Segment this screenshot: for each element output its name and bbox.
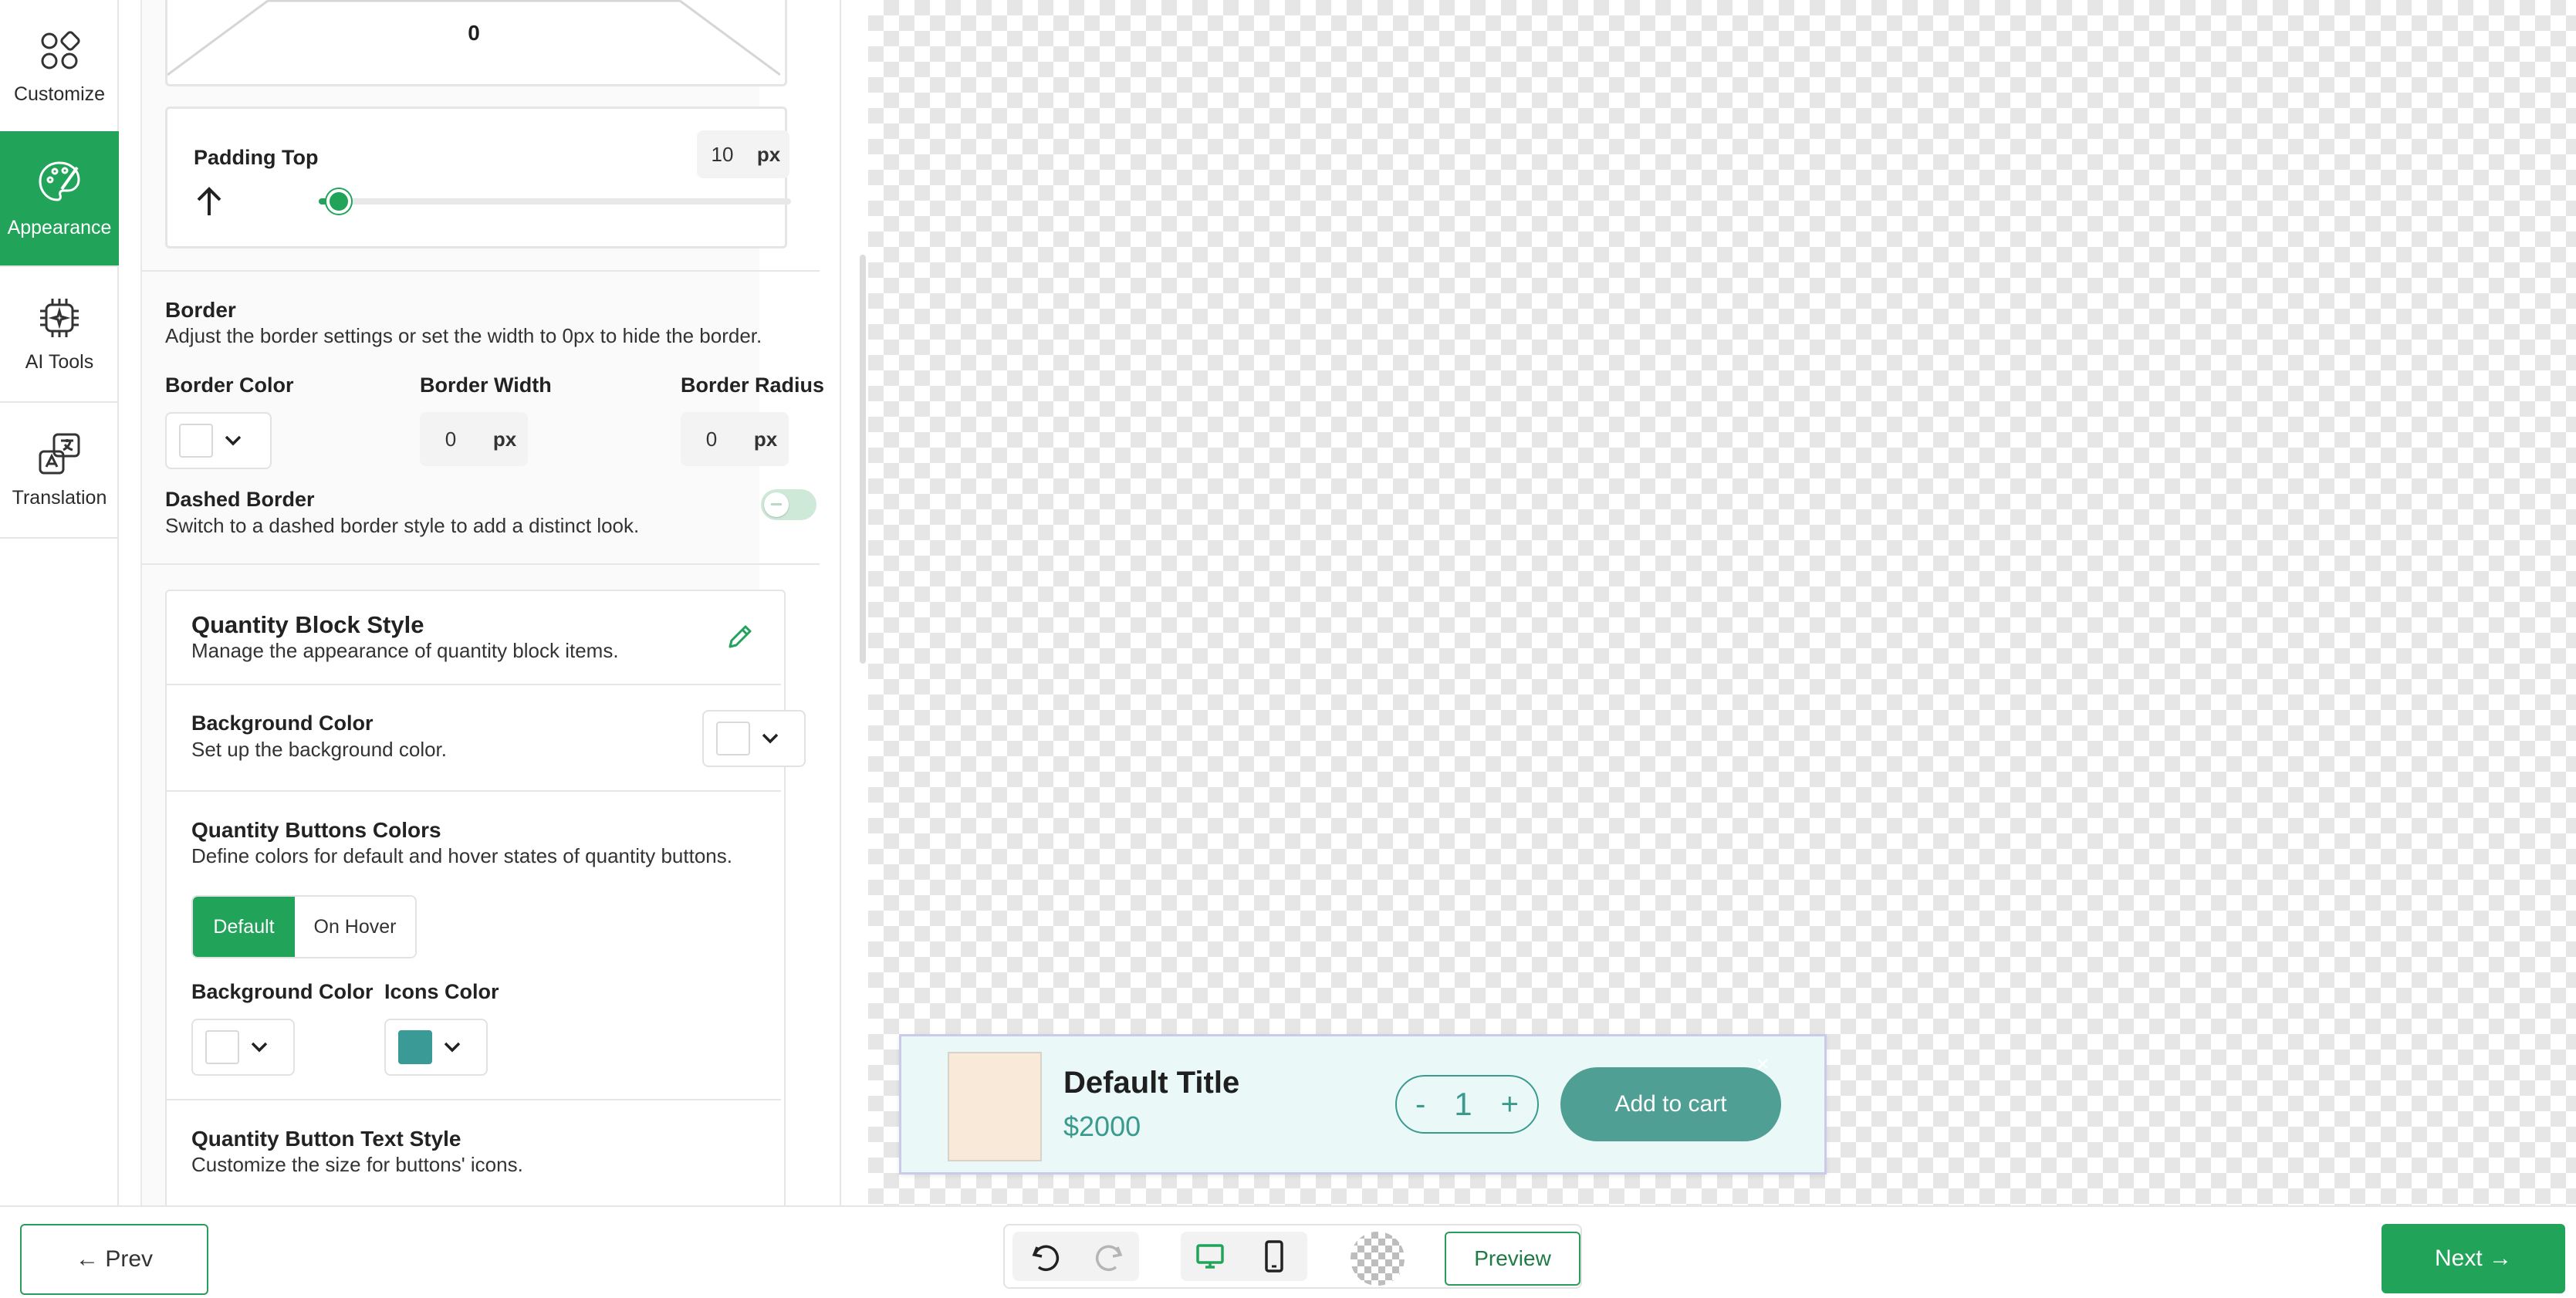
rail-item-ai-tools[interactable]: AI Tools (0, 267, 119, 403)
preview-button[interactable]: Preview (1445, 1232, 1580, 1286)
rail-item-appearance[interactable]: Appearance (0, 131, 119, 267)
divider (167, 790, 781, 792)
rail-label-customize: Customize (13, 83, 106, 105)
padding-top-value[interactable]: 10 (697, 143, 748, 167)
tab-on-hover[interactable]: On Hover (295, 897, 415, 957)
padding-top-unit: px (756, 142, 781, 166)
border-width-input[interactable]: 0 px (420, 412, 528, 466)
divider (167, 684, 781, 685)
border-color-label: Border Color (165, 374, 294, 397)
product-title: Default Title (1063, 1066, 1240, 1100)
qty-icons-color-picker[interactable] (384, 1019, 488, 1076)
quantity-block-desc: Manage the appearance of quantity block … (191, 639, 619, 662)
sticky-cart-preview: Default Title $2000 - 1 + Add to cart × (899, 1034, 1827, 1175)
undo-icon[interactable] (1028, 1239, 1063, 1275)
qty-bg-color-title: Background Color (191, 712, 374, 735)
qty-buttons-colors-desc: Define colors for default and hover stat… (191, 844, 732, 867)
qty-btn-bg-color-picker[interactable] (191, 1019, 295, 1076)
chevron-down-icon (762, 733, 779, 744)
grid-shapes-icon (41, 30, 80, 69)
quantity-stepper: - 1 + (1395, 1075, 1539, 1134)
ai-chip-icon (40, 298, 79, 337)
padding-top-label: Padding Top (194, 146, 319, 169)
panel-scrollbar-thumb[interactable] (860, 255, 866, 664)
divider (140, 563, 820, 565)
tab-default[interactable]: Default (193, 897, 295, 957)
border-width-value[interactable]: 0 (420, 428, 482, 451)
arrow-up-icon (197, 187, 221, 215)
border-radius-label: Border Radius (681, 374, 825, 397)
qty-bg-color-picker[interactable] (702, 710, 806, 767)
dashed-border-toggle[interactable] (761, 489, 816, 520)
padding-top-slider-track[interactable] (319, 189, 791, 214)
redo-icon[interactable] (1091, 1239, 1127, 1275)
translate-icon (39, 433, 80, 474)
border-radius-unit: px (753, 427, 778, 451)
rail-label-ai-tools: AI Tools (25, 350, 94, 373)
qty-text-style-desc: Customize the size for buttons' icons. (191, 1153, 523, 1176)
qty-btn-bg-color-swatch (205, 1030, 239, 1064)
bottom-toolbar: ← Prev Preview Next → (0, 1205, 2576, 1298)
qty-bg-color-swatch (716, 722, 750, 755)
qty-buttons-state-tabs: Default On Hover (191, 895, 417, 958)
border-section-desc: Adjust the border settings or set the wi… (165, 324, 762, 347)
next-button[interactable]: Next → (2382, 1224, 2565, 1293)
settings-panel: 0 Padding Top 10 px Border Adjust the bo… (120, 0, 841, 1205)
divider (140, 270, 820, 272)
border-width-unit: px (492, 427, 517, 451)
chevron-down-icon (251, 1042, 268, 1053)
qty-icons-color-swatch (398, 1030, 432, 1064)
chevron-down-icon (444, 1042, 461, 1053)
border-color-picker[interactable] (165, 412, 272, 469)
mobile-icon[interactable] (1263, 1239, 1286, 1273)
qty-minus-button[interactable]: - (1415, 1087, 1425, 1122)
border-width-label: Border Width (420, 374, 552, 397)
dashed-border-label: Dashed Border (165, 488, 315, 511)
prev-button[interactable]: ← Prev (20, 1224, 208, 1295)
toggle-off-mark (771, 503, 782, 505)
rail-label-appearance: Appearance (7, 216, 112, 238)
transparent-background-toggle-icon[interactable] (1351, 1232, 1405, 1286)
add-to-cart-button[interactable]: Add to cart (1560, 1067, 1781, 1141)
border-color-swatch (179, 424, 213, 458)
left-rail: Customize Appearance AI Tools Translatio… (0, 0, 119, 1205)
padding-top-input[interactable]: 10 px (697, 130, 789, 178)
rail-item-translation[interactable]: Translation (0, 403, 119, 539)
qty-plus-button[interactable]: + (1501, 1087, 1519, 1122)
desktop-icon[interactable] (1195, 1241, 1225, 1272)
padding-top-slider-thumb[interactable] (326, 189, 351, 214)
divider (167, 1099, 781, 1100)
rail-label-translation: Translation (12, 486, 107, 509)
border-radius-input[interactable]: 0 px (681, 412, 789, 466)
toggle-knob (764, 492, 789, 517)
spacing-bottom-value[interactable]: 0 (167, 21, 780, 46)
quantity-block-card: Quantity Block Style Manage the appearan… (165, 590, 806, 1205)
qty-text-style-title: Quantity Button Text Style (191, 1127, 461, 1151)
pencil-edit-icon[interactable] (724, 622, 755, 653)
spacing-box-card: 0 (165, 0, 787, 86)
padding-top-card: Padding Top 10 px (165, 106, 791, 248)
dashed-border-desc: Switch to a dashed border style to add a… (165, 514, 640, 537)
qty-buttons-colors-title: Quantity Buttons Colors (191, 818, 441, 842)
preview-canvas (868, 0, 2576, 1205)
product-image (948, 1052, 1042, 1161)
qty-bg-color-desc: Set up the background color. (191, 738, 448, 761)
quantity-block-title: Quantity Block Style (191, 611, 424, 638)
qty-icons-color-label: Icons Color (384, 980, 499, 1003)
rail-item-customize[interactable]: Customize (0, 0, 119, 136)
product-price: $2000 (1063, 1110, 1141, 1142)
border-section-title: Border (165, 298, 236, 322)
editor-controls: Preview (1003, 1224, 1582, 1289)
chevron-down-icon (225, 435, 242, 446)
border-radius-value[interactable]: 0 (681, 428, 742, 451)
palette-icon (39, 161, 80, 201)
qty-value[interactable]: 1 (1454, 1086, 1472, 1123)
close-icon[interactable]: × (1756, 1052, 1769, 1077)
qty-btn-bg-color-label: Background Color (191, 980, 374, 1003)
